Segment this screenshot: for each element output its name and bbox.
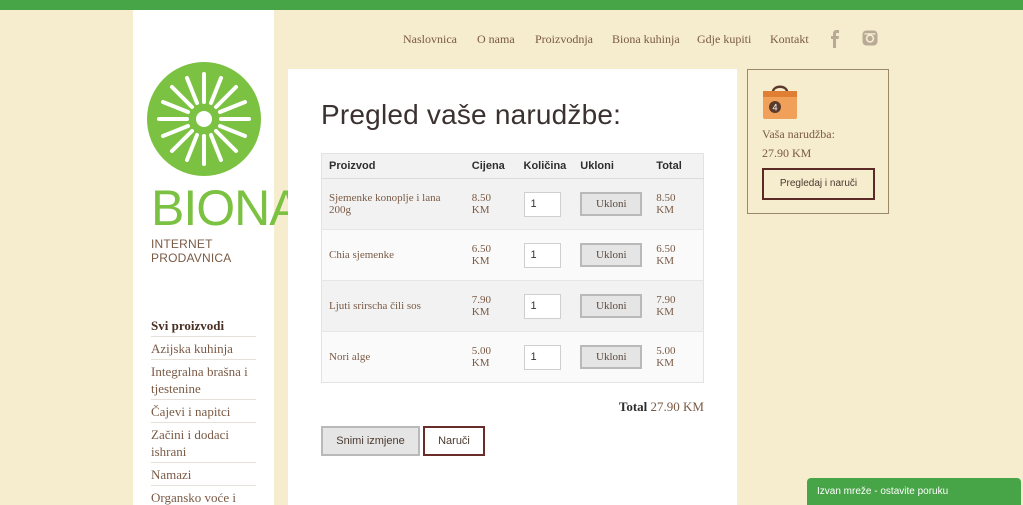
brand-tagline: INTERNET PRODAVNICA	[151, 237, 232, 265]
cart-label: Vaša narudžba:	[762, 127, 835, 141]
sidebar: BIONA INTERNET PRODAVNICA Svi proizvodi …	[133, 10, 303, 505]
product-name: Ljuti srirscha čili sos	[321, 280, 465, 332]
cart-total: 27.90 KM	[762, 146, 812, 160]
row-total: 8.50 KM	[649, 178, 704, 230]
nav-link-production[interactable]: Proizvodnja	[535, 32, 593, 47]
table-row: Nori alge 5.00 KM Ukloni 5.00 KM	[321, 331, 704, 383]
shopping-bag-icon[interactable]: 4	[762, 82, 798, 120]
product-price: 6.50 KM	[464, 229, 517, 281]
nav-link-about[interactable]: O nama	[477, 32, 515, 47]
top-accent-bar	[0, 0, 1023, 10]
category-list: Svi proizvodi Azijska kuhinja Integralna…	[151, 314, 256, 505]
product-name: Sjemenke konoplje i lana 200g	[321, 178, 465, 230]
table-row: Chia sjemenke 6.50 KM Ukloni 6.50 KM	[321, 229, 704, 281]
cart-table: Proizvod Cijena Količina Ukloni Total Sj…	[321, 153, 704, 383]
column-header-remove: Ukloni	[573, 153, 650, 179]
category-item-fruit[interactable]: Organsko voće i	[151, 486, 256, 505]
biona-logo-icon[interactable]	[147, 62, 261, 176]
remove-button[interactable]: Ukloni	[580, 294, 643, 318]
order-total-label: Total	[618, 399, 648, 414]
product-price: 8.50 KM	[464, 178, 517, 230]
save-changes-button[interactable]: Snimi izmjene	[321, 426, 420, 456]
quantity-input[interactable]	[523, 191, 561, 217]
order-total-value: 27.90 KM	[650, 399, 704, 414]
brand-name: BIONA	[151, 180, 303, 236]
product-name: Nori alge	[321, 331, 465, 383]
product-price: 5.00 KM	[464, 331, 517, 383]
nav-link-contact[interactable]: Kontakt	[770, 32, 809, 47]
facebook-icon[interactable]	[828, 30, 842, 48]
row-total: 6.50 KM	[649, 229, 704, 281]
quantity-input[interactable]	[523, 293, 561, 319]
category-item-asian[interactable]: Azijska kuhinja	[151, 337, 256, 360]
quantity-input[interactable]	[523, 344, 561, 370]
nav-link-kitchen[interactable]: Biona kuhinja	[612, 32, 680, 47]
order-button[interactable]: Naruči	[423, 426, 485, 456]
category-item-spreads[interactable]: Namazi	[151, 463, 256, 486]
chat-widget[interactable]: Izvan mreže - ostavite poruku	[807, 478, 1021, 505]
column-header-price: Cijena	[464, 153, 517, 179]
product-name: Chia sjemenke	[321, 229, 465, 281]
remove-button[interactable]: Ukloni	[580, 192, 643, 216]
instagram-icon[interactable]	[862, 30, 878, 46]
column-header-product: Proizvod	[321, 153, 465, 179]
table-row: Ljuti srirscha čili sos 7.90 KM Ukloni 7…	[321, 280, 704, 332]
page-title: Pregled vaše narudžbe:	[321, 99, 622, 130]
table-header-row: Proizvod Cijena Količina Ukloni Total	[321, 153, 704, 179]
quantity-input[interactable]	[523, 242, 561, 268]
nav-link-where-to-buy[interactable]: Gdje kupiti	[697, 32, 751, 47]
order-total: Total 27.90 KM	[619, 399, 704, 415]
review-and-order-button[interactable]: Pregledaj i naruči	[762, 168, 875, 200]
category-item-spices[interactable]: Začini i dodaci ishrani	[151, 423, 256, 463]
nav-link-home[interactable]: Naslovnica	[403, 32, 457, 47]
row-total: 5.00 KM	[649, 331, 704, 383]
table-row: Sjemenke konoplje i lana 200g 8.50 KM Uk…	[321, 178, 704, 230]
category-item-teas[interactable]: Čajevi i napitci	[151, 400, 256, 423]
column-header-total: Total	[649, 153, 704, 179]
product-price: 7.90 KM	[464, 280, 517, 332]
remove-button[interactable]: Ukloni	[580, 243, 643, 267]
row-total: 7.90 KM	[649, 280, 704, 332]
remove-button[interactable]: Ukloni	[580, 345, 643, 369]
category-item-all[interactable]: Svi proizvodi	[151, 314, 256, 337]
order-review-panel: Pregled vaše narudžbe: Proizvod Cijena K…	[288, 69, 737, 505]
cart-count: 4	[772, 103, 777, 113]
column-header-quantity: Količina	[516, 153, 574, 179]
cart-summary: 4 Vaša narudžba: 27.90 KM Pregledaj i na…	[747, 69, 889, 214]
category-item-flours[interactable]: Integralna brašna i tjestenine	[151, 360, 256, 400]
